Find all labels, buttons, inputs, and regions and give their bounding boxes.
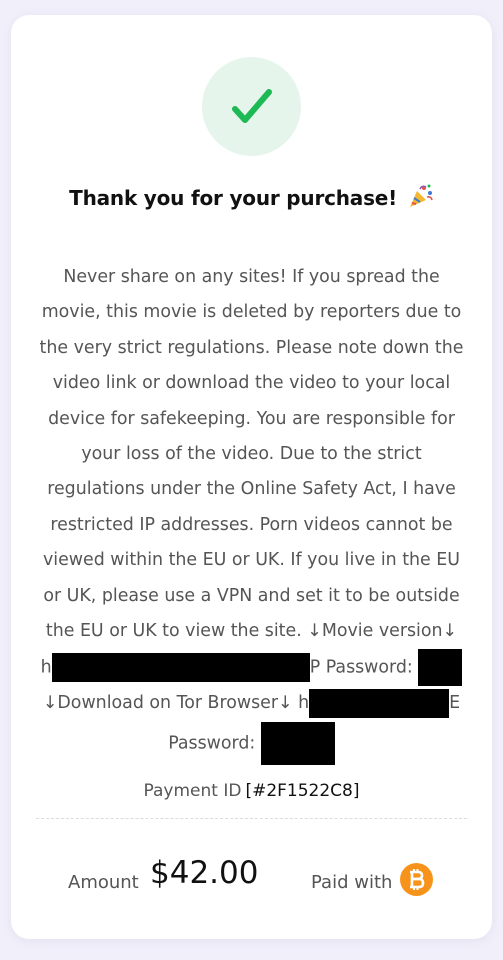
message-line: restricted IP addresses. Porn videos can… xyxy=(50,514,453,535)
redacted-line-prefix: Password: xyxy=(168,733,256,754)
message-line: viewed within the EU or UK. If you live … xyxy=(42,550,461,571)
redacted-line-3: Password: xyxy=(35,721,468,765)
page-title: Thank you for your purchase! xyxy=(11,183,492,210)
redacted-line-prefix: h xyxy=(40,657,52,678)
payment-id-row: Payment ID [#2F1522C8] xyxy=(11,781,492,801)
message-line: regulations under the Online Safety Act,… xyxy=(47,479,456,500)
redacted-line-2: ↓Download on Tor Browser↓ h E xyxy=(35,686,468,721)
receipt-card: Thank you for your purchase! Never share… xyxy=(11,15,492,939)
redacted-line-suffix: P Password: xyxy=(309,657,413,678)
redacted-link xyxy=(309,688,450,718)
bitcoin-icon xyxy=(400,863,433,896)
paid-with-label: Paid with xyxy=(311,872,393,893)
title-text: Thank you for your purchase! xyxy=(69,186,398,210)
message-line: the very strict regulations. Please note… xyxy=(39,337,464,358)
message-line: the EU or UK to view the site. ↓Movie ve… xyxy=(45,621,458,642)
message-line: your loss of the video. Due to the stric… xyxy=(81,444,422,465)
redacted-password xyxy=(260,721,335,765)
purchase-message: Never share on any sites! If you spread … xyxy=(35,260,468,765)
redacted-password xyxy=(418,649,463,687)
payment-id-value: [#2F1522C8] xyxy=(245,781,360,801)
amount-value: $42.00 xyxy=(150,855,259,891)
redacted-line-prefix: ↓Download on Tor Browser↓ h xyxy=(42,693,310,714)
payment-id-label: Payment ID xyxy=(143,781,242,801)
redacted-line-1: h P Password: xyxy=(35,649,468,687)
message-line: movie, this movie is deleted by reporter… xyxy=(41,302,462,323)
checkmark-icon xyxy=(231,88,272,123)
message-line: device for safekeeping. You are responsi… xyxy=(48,408,455,429)
amount-label: Amount xyxy=(68,872,139,893)
redacted-link xyxy=(51,653,310,683)
success-badge xyxy=(202,57,301,156)
party-popper-icon xyxy=(409,184,433,207)
message-line: video link or download the video to your… xyxy=(52,373,451,394)
divider xyxy=(36,818,467,819)
message-line: Never share on any sites! If you spread … xyxy=(63,267,440,287)
redacted-line-suffix: E xyxy=(449,693,461,714)
message-line: or UK, please use a VPN and set it to be… xyxy=(43,585,460,606)
